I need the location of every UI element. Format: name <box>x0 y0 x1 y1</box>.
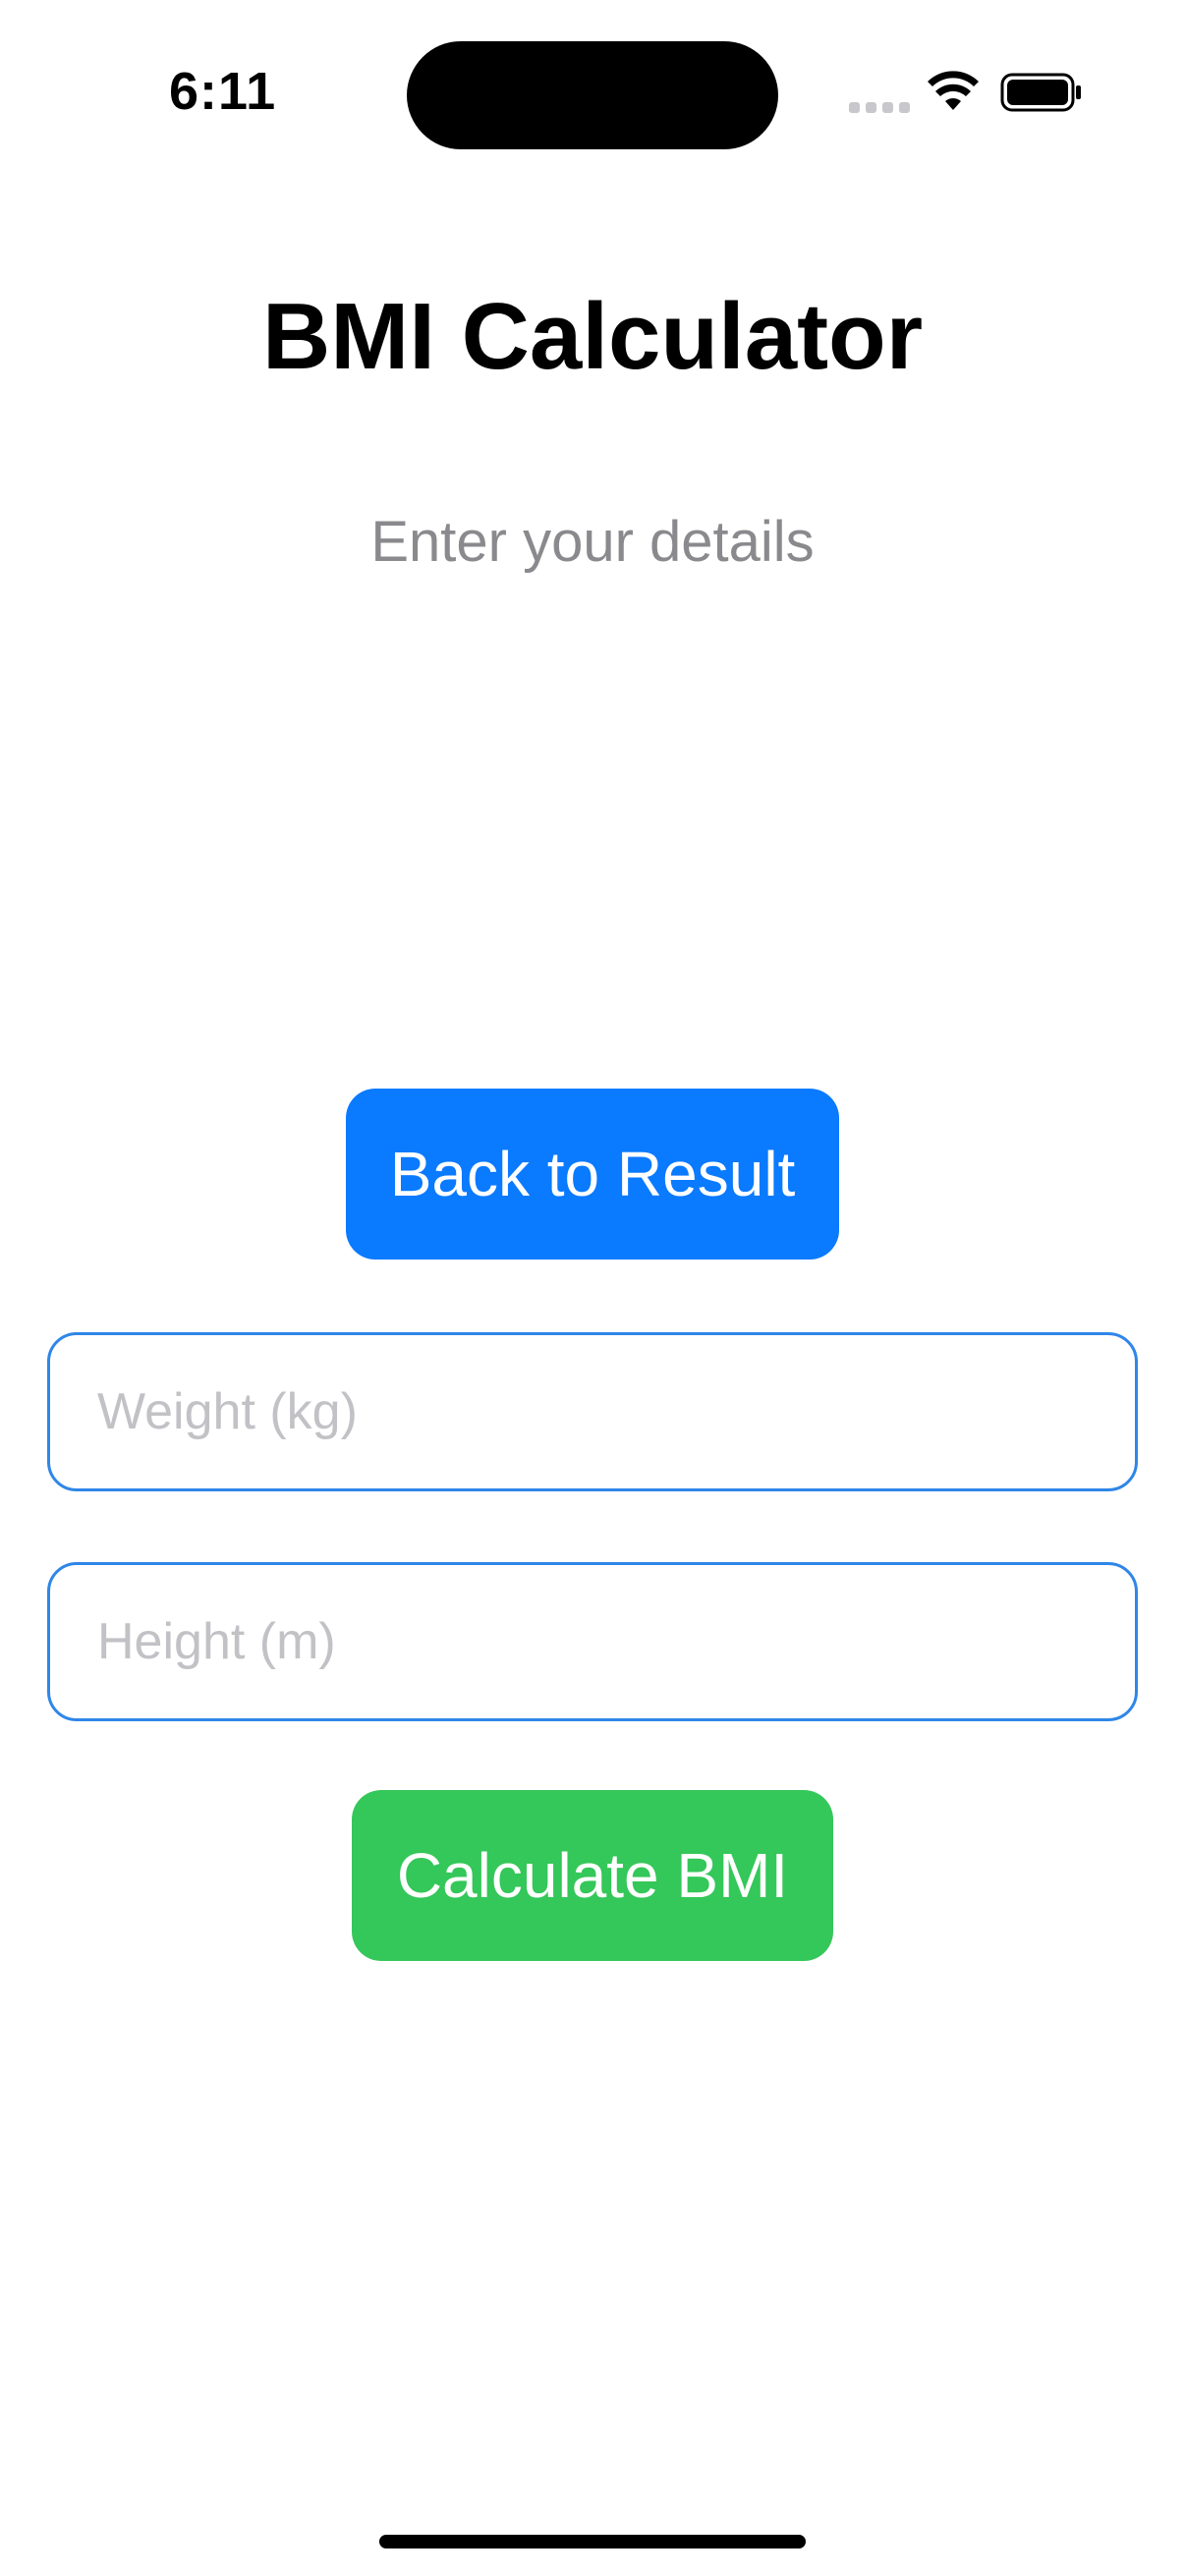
bmi-calculator-screen: 6:11 BMI Calculator Enter your details B… <box>0 0 1185 2576</box>
height-input[interactable] <box>47 1562 1138 1721</box>
battery-icon <box>1000 73 1081 112</box>
wifi-icon <box>928 71 979 110</box>
page-title: BMI Calculator <box>261 284 924 389</box>
home-indicator[interactable] <box>379 2535 806 2548</box>
weight-input[interactable] <box>47 1332 1138 1491</box>
dynamic-island <box>407 41 778 149</box>
status-time: 6:11 <box>169 62 277 121</box>
calculate-bmi-button[interactable]: Calculate BMI <box>352 1790 833 1961</box>
back-to-result-button[interactable]: Back to Result <box>346 1089 839 1260</box>
page-subtitle: Enter your details <box>370 510 815 574</box>
cellular-signal-icon <box>849 102 910 113</box>
